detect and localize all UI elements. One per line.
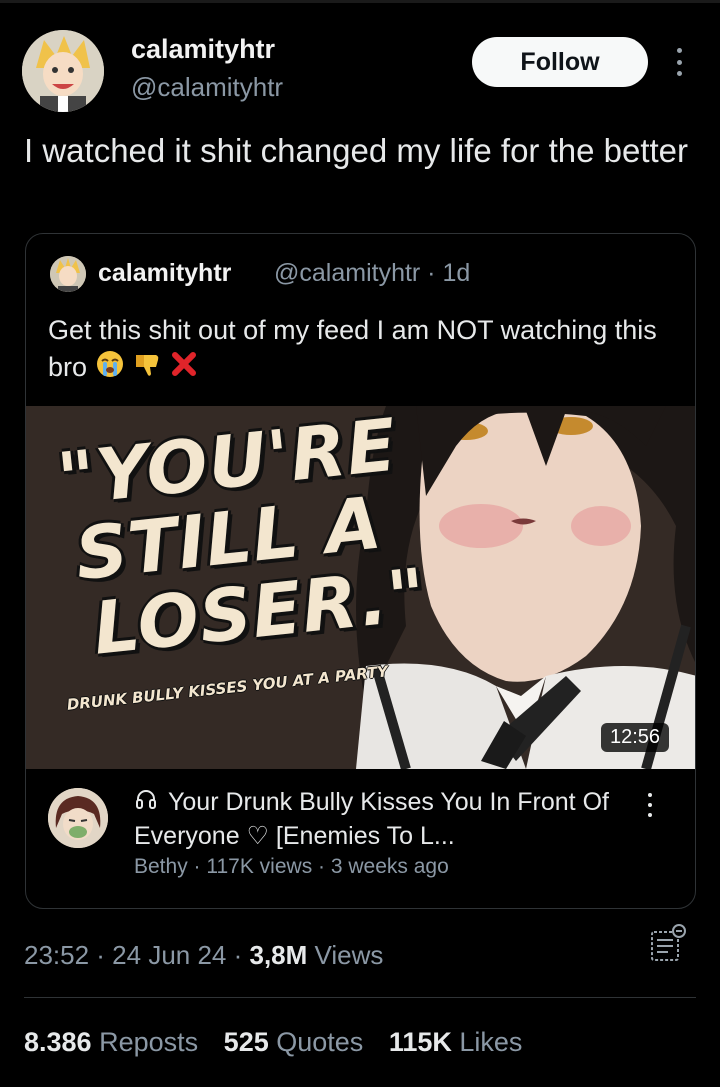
quoted-avatar (50, 256, 86, 292)
views-label: Views (307, 940, 384, 970)
quoted-text: Get this shit out of my feed I am NOT wa… (48, 312, 678, 389)
more-options-icon[interactable] (667, 44, 691, 80)
post-time: 23:52 · 24 Jun 24 · (24, 940, 250, 970)
headphones-icon (134, 787, 158, 820)
likes-stat[interactable]: 115K Likes (389, 1027, 523, 1057)
video-more-icon[interactable] (640, 791, 660, 819)
likes-count: 115K (388, 1027, 452, 1057)
thumbs-down-icon (132, 349, 162, 389)
engagement-stats: 8.386 Reposts 525 Quotes 115K Likes (24, 1027, 540, 1058)
quotes-stat[interactable]: 525 Quotes (224, 1027, 364, 1057)
post-timestamp: 23:52 · 24 Jun 24 · 3,8M Views (24, 940, 383, 971)
red-x-icon (170, 350, 198, 388)
avatar[interactable] (22, 30, 104, 112)
quoted-meta: @calamityhtr · 1d (274, 259, 471, 287)
reposts-count: 8.386 (24, 1027, 92, 1057)
crying-face-icon (95, 349, 125, 389)
views-count: 3,8M (249, 940, 308, 970)
video-title[interactable]: Your Drunk Bully Kisses You In Front Of … (134, 786, 634, 853)
video-thumbnail[interactable]: "YOU'RE STILL A LOSER." DRUNK BULLY KISS… (26, 406, 695, 769)
follow-button[interactable]: Follow (472, 37, 648, 87)
quotes-count: 525 (223, 1027, 269, 1057)
user-handle[interactable]: @calamityhtr (131, 72, 283, 103)
video-duration: 12:56 (601, 723, 670, 752)
likes-label: Likes (459, 1027, 523, 1057)
video-meta: Bethy · 117K views · 3 weeks ago (134, 855, 449, 878)
video-title-text: Your Drunk Bully Kisses You In Front Of … (134, 788, 609, 850)
read-later-icon[interactable] (646, 922, 688, 964)
reposts-label: Reposts (99, 1027, 199, 1057)
reposts-stat[interactable]: 8.386 Reposts (24, 1027, 198, 1057)
tweet-text: I watched it shit changed my life for th… (24, 132, 689, 169)
top-divider (0, 0, 720, 3)
quoted-tweet-card[interactable]: calamityhtr @calamityhtr · 1d Get this s… (25, 233, 696, 909)
user-name[interactable]: calamityhtr (131, 34, 275, 65)
quotes-label: Quotes (276, 1027, 364, 1057)
quoted-user-name: calamityhtr (98, 259, 232, 287)
channel-avatar[interactable] (48, 788, 108, 848)
divider (24, 997, 696, 998)
thumbnail-title: "YOU'RE STILL A LOSER." (54, 406, 431, 671)
